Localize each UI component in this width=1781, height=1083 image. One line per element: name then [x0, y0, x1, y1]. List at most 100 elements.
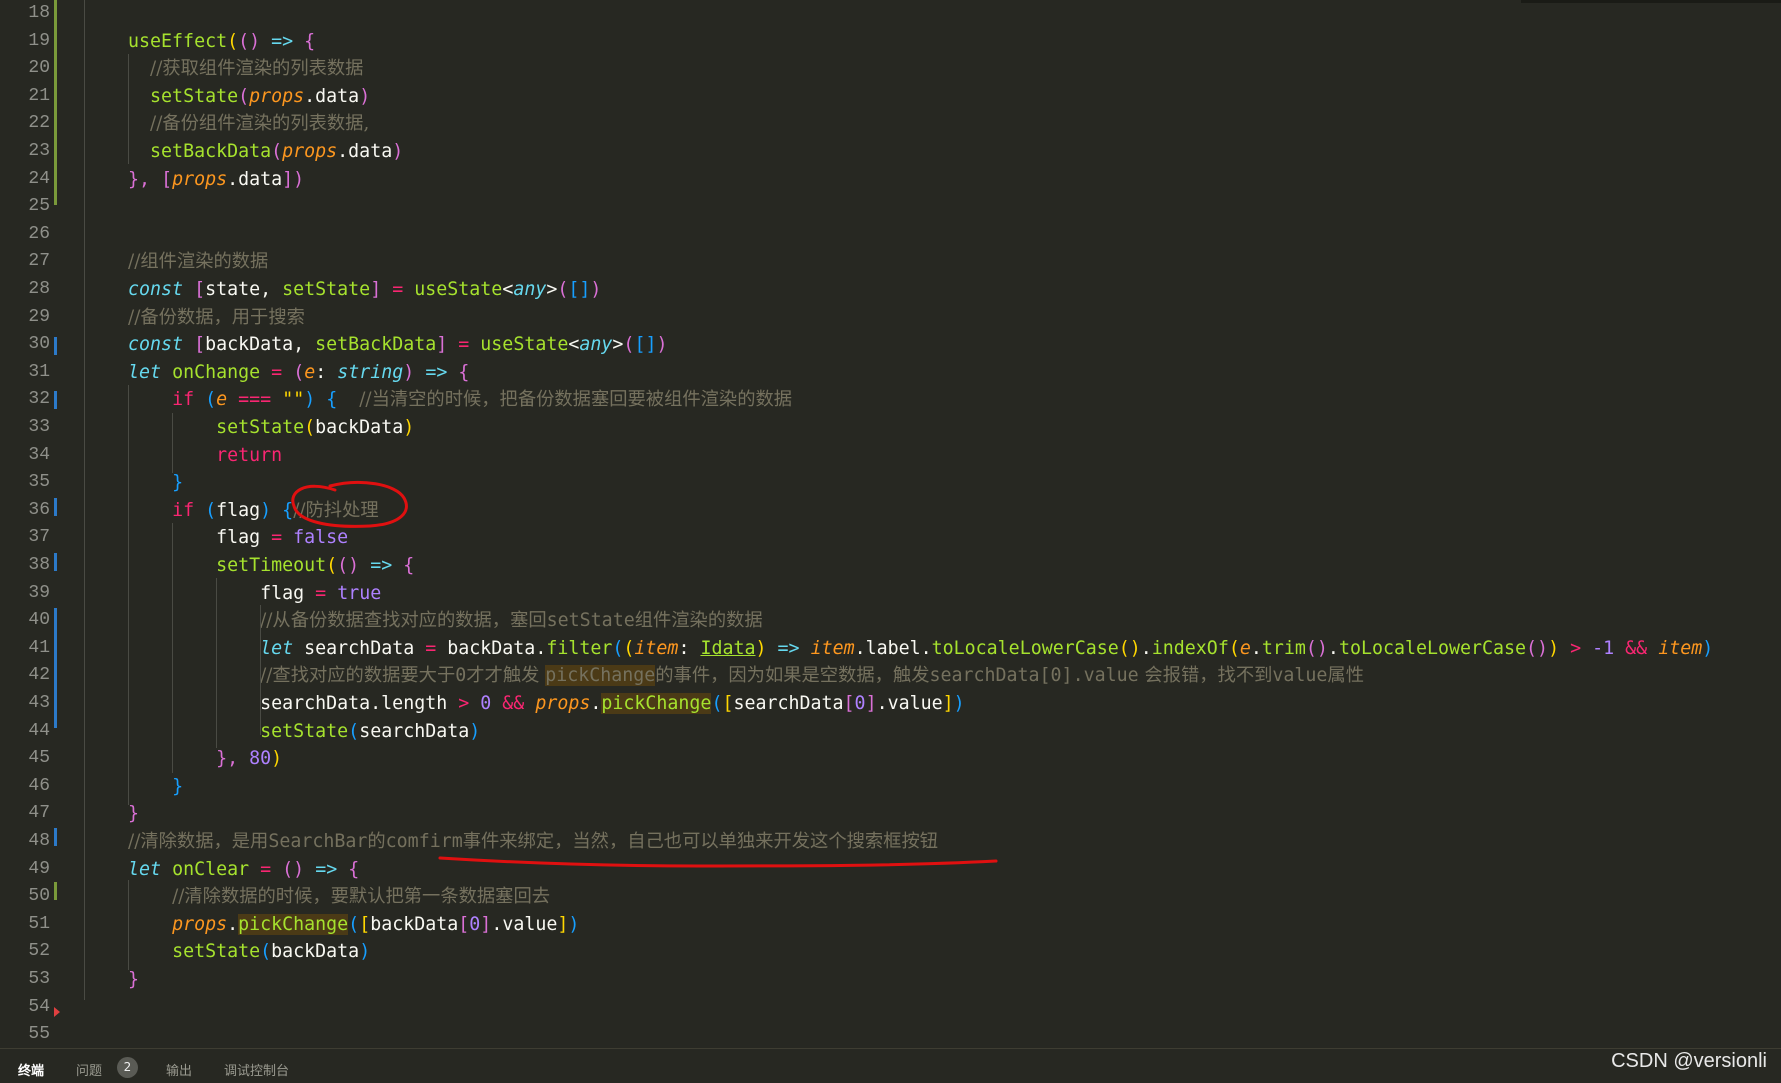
code-line[interactable]: //从备份数据查找对应的数据，塞回setState组件渲染的数据 [84, 607, 763, 635]
code-token: "" [282, 389, 305, 411]
code-token: ] [557, 913, 569, 935]
tab-debug-console[interactable]: 调试控制台 [224, 1060, 289, 1079]
code-token: any [513, 279, 547, 300]
code-line[interactable]: setState(backData) [84, 414, 414, 442]
code-token: state, [205, 279, 283, 300]
code-line[interactable]: flag = false [84, 524, 348, 552]
code-token: //备份组件渲染的列表数据, [150, 113, 370, 135]
git-modified-bar [54, 498, 57, 516]
code-token: return [216, 444, 283, 466]
code-line[interactable]: //清除数据，是用SearchBar的comfirm事件来绑定，当然，自己也可以… [84, 828, 938, 856]
line-number: 43 [28, 693, 50, 713]
tab-output[interactable]: 输出 [166, 1060, 192, 1079]
code-line[interactable]: if (e === "") { //当清空的时候，把备份数据塞回要被组件渲染的数… [84, 386, 792, 414]
code-line[interactable]: setState(searchData) [84, 718, 480, 746]
code-token: //防抖处理 [293, 499, 379, 521]
code-token: = [260, 858, 272, 880]
code-token: searchData [359, 720, 470, 742]
code-editor[interactable]: 18 19 20 21 22 23 24 25 26 27 28 29 30 31 32 33 34 35 36 37… [0, 0, 1781, 1048]
code-token: ) [359, 941, 371, 963]
code-line[interactable]: setState(props.data) [84, 83, 370, 111]
code-token: toLocaleLowerCase [1338, 637, 1527, 659]
code-token: e [1239, 637, 1251, 659]
code-token: pickChange [545, 665, 656, 687]
code-line[interactable]: }, 80) [84, 745, 282, 773]
code-line[interactable]: setBackData(props.data) [84, 138, 403, 166]
code-token: onChange [172, 361, 261, 383]
code-line[interactable]: } [84, 469, 183, 497]
code-token: ) [403, 417, 415, 438]
code-token: > [1570, 637, 1582, 659]
code-token: }, [216, 748, 239, 770]
code-line[interactable]: } [84, 966, 139, 994]
code-token: props [172, 913, 228, 935]
line-number: 38 [28, 555, 50, 575]
line-number: 55 [28, 1024, 50, 1045]
code-token: . [1140, 637, 1152, 659]
line-number: 28 [28, 279, 50, 299]
code-token: item [810, 637, 855, 659]
code-token: setState [172, 941, 261, 963]
code-line[interactable]: //备份数据，用于搜索 [84, 304, 305, 332]
code-token: ] [865, 693, 877, 714]
line-number: 42 [28, 665, 50, 686]
code-token: pickChange [238, 913, 349, 935]
code-token: { [403, 555, 415, 576]
code-token: setBackData [150, 141, 272, 162]
code-line[interactable]: //获取组件渲染的列表数据 [84, 55, 363, 83]
code-token: = [271, 361, 283, 383]
code-token: e [304, 361, 316, 383]
code-line[interactable]: //查找对应的数据要大于0才才触发 pickChange的事件，因为如果是空数据… [84, 662, 1364, 690]
code-token: ( [623, 334, 635, 356]
code-token: props [249, 85, 305, 107]
code-line[interactable]: let onClear = () => { [84, 856, 359, 884]
code-line[interactable]: //备份组件渲染的列表数据, [84, 110, 369, 138]
code-line[interactable]: //清除数据的时候，要默认把第一条数据塞回去 [84, 883, 550, 911]
code-line[interactable]: setState(backData) [84, 938, 370, 966]
code-line[interactable]: return [84, 442, 282, 470]
line-number: 44 [28, 720, 50, 741]
code-token: ( [612, 637, 624, 659]
code-line[interactable]: //组件渲染的数据 [84, 248, 268, 276]
code-line[interactable]: const [backData, setBackData] = useState… [84, 331, 667, 359]
code-token: => [370, 555, 393, 576]
code-line[interactable]: setTimeout(() => { [84, 552, 414, 580]
code-line[interactable]: let searchData = backData.filter((item: … [84, 635, 1713, 663]
code-line[interactable]: props.pickChange([backData[0].value]) [84, 911, 579, 939]
line-number: 37 [28, 527, 50, 548]
code-token: searchData [304, 637, 415, 659]
code-token: 组件渲染的数据 [634, 610, 763, 632]
code-line[interactable]: } [84, 800, 139, 828]
tab-terminal[interactable]: 终端 [18, 1060, 44, 1079]
code-token: value [1272, 665, 1328, 687]
code-line[interactable]: }, [props.data]) [84, 166, 304, 194]
code-token: .value [876, 693, 943, 714]
code-line[interactable]: const [state, setState] = useState<any>(… [84, 276, 601, 304]
tab-problems[interactable]: 问题 [76, 1060, 102, 1079]
code-line[interactable]: } [84, 773, 183, 801]
code-token: setState [546, 610, 635, 632]
line-number: 22 [28, 113, 50, 134]
code-token: 的事件，因为如果是空数据，触发 [655, 665, 930, 687]
code-token: 0 [480, 693, 492, 714]
code-line[interactable]: let onChange = (e: string) => { [84, 359, 469, 387]
line-number: 18 [28, 3, 50, 23]
code-token: ]) [282, 168, 305, 190]
line-number: 36 [28, 499, 50, 520]
code-token: ) [656, 334, 668, 356]
code-line[interactable]: useEffect(() => { [84, 28, 315, 56]
code-token: true [337, 582, 382, 604]
minimap-edge [1521, 0, 1781, 3]
code-token: //从备份数据查找对应的数据，塞回 [260, 610, 547, 632]
